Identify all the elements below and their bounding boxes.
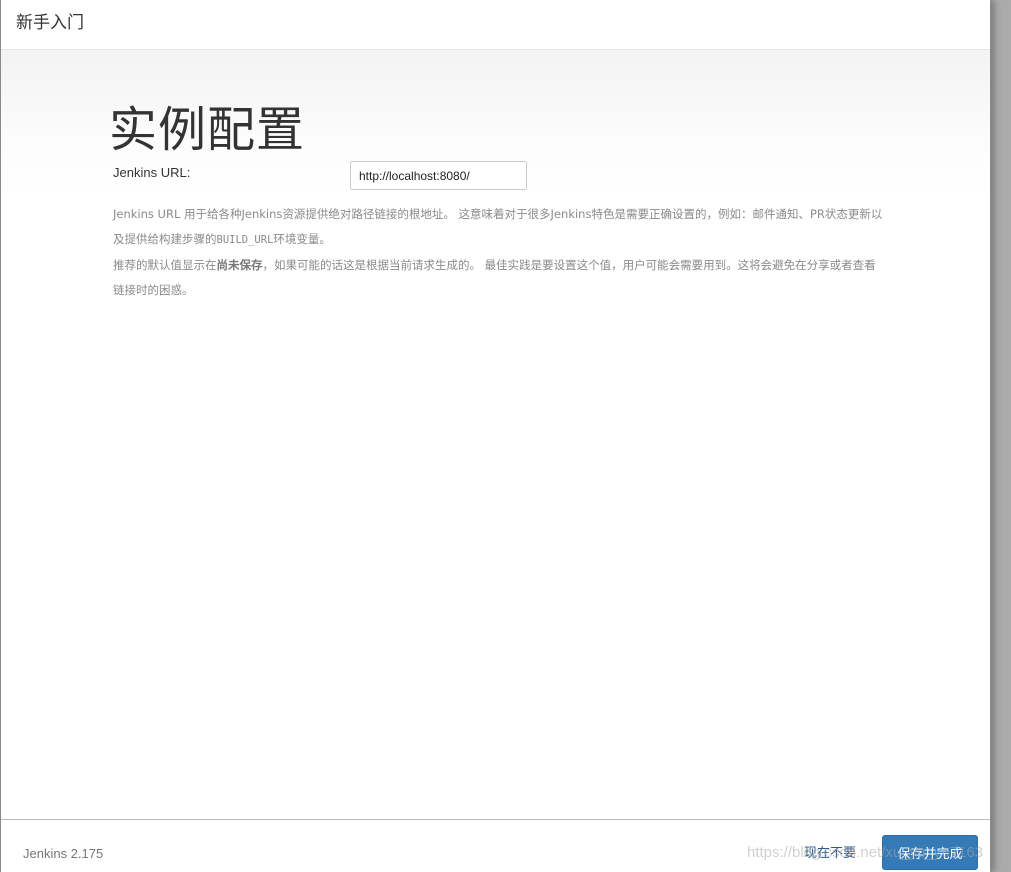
jenkins-url-input[interactable] xyxy=(350,161,527,190)
jenkins-version: Jenkins 2.175 xyxy=(23,846,104,861)
dialog-footer: Jenkins 2.175 现在不要 保存并完成 https://blog.cs… xyxy=(1,819,990,872)
env-var-name: BUILD_URL xyxy=(216,234,274,246)
header-title: 新手入门 xyxy=(16,13,84,33)
help-paragraph-2: 推荐的默认值显示在尚未保存，如果可能的话这是根据当前请求生成的。 最佳实践是要设… xyxy=(113,253,883,303)
help-line-1-tail: 环境变量。 xyxy=(273,232,331,246)
page-title: 实例配置 xyxy=(109,102,306,158)
not-now-button[interactable]: 现在不要 xyxy=(804,842,856,861)
help-paragraph-1: Jenkins URL 用于给各种Jenkins资源提供绝对路径链接的根地址。 … xyxy=(113,202,883,253)
dialog-body: 实例配置 Jenkins URL: Jenkins URL 用于给各种Jenki… xyxy=(1,50,990,819)
dialog-header: 新手入门 xyxy=(1,0,990,50)
not-saved-text: 尚未保存 xyxy=(216,258,263,272)
help-line-2-pre: 推荐的默认值显示在 xyxy=(113,258,217,272)
setup-dialog: 新手入门 实例配置 Jenkins URL: Jenkins URL 用于给各种… xyxy=(0,0,991,872)
jenkins-url-label: Jenkins URL: xyxy=(113,165,191,180)
save-and-finish-button[interactable]: 保存并完成 xyxy=(882,835,978,870)
help-text: Jenkins URL 用于给各种Jenkins资源提供绝对路径链接的根地址。 … xyxy=(113,202,883,303)
